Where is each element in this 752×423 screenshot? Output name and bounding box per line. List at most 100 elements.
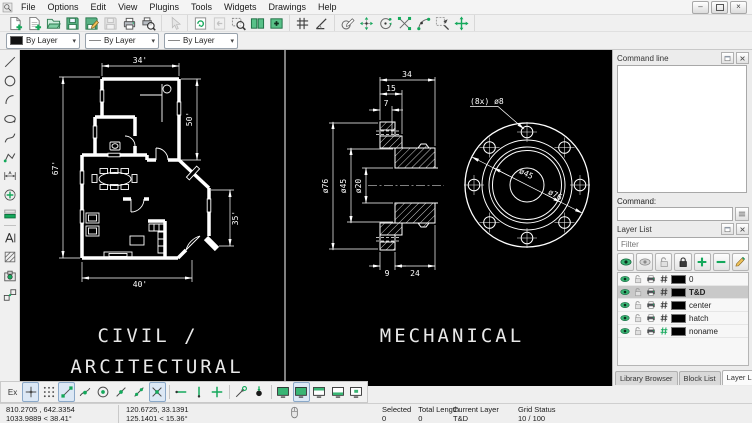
lock-all-layers-button[interactable] xyxy=(674,253,691,271)
command-history[interactable] xyxy=(617,65,747,193)
layer-construction-icon[interactable] xyxy=(657,274,670,284)
restrict-horizontal-button[interactable] xyxy=(173,382,190,402)
pen-edit-button[interactable] xyxy=(338,15,357,31)
zoom-select-button[interactable] xyxy=(433,15,452,31)
tab-block-list[interactable]: Block List xyxy=(679,371,721,385)
print-preview-button[interactable] xyxy=(139,15,158,31)
status-solid-button[interactable] xyxy=(275,382,292,402)
previous-view-button[interactable] xyxy=(210,15,229,31)
layer-visible-icon[interactable] xyxy=(618,313,631,323)
restrict-vertical-button[interactable] xyxy=(191,382,208,402)
snap-endpoint-button[interactable] xyxy=(58,382,75,402)
layer-lock-icon[interactable] xyxy=(631,313,644,323)
new-document-button[interactable] xyxy=(6,15,25,31)
point-tool-button[interactable] xyxy=(1,185,19,204)
layer-color-swatch[interactable] xyxy=(670,301,687,310)
print-button[interactable] xyxy=(120,15,139,31)
command-options-button[interactable] xyxy=(735,207,749,221)
hatch-tool-button[interactable] xyxy=(1,247,19,266)
status-bottom-button[interactable] xyxy=(329,382,346,402)
menu-file[interactable]: File xyxy=(15,1,42,13)
open-file-button[interactable] xyxy=(44,15,63,31)
layer-construction-icon[interactable] xyxy=(657,313,670,323)
drawing-canvas[interactable]: 34' 50' 67' 35' 40' CIVIL / ARCITECTURAL xyxy=(20,50,612,386)
command-input[interactable] xyxy=(617,207,733,221)
status-top-button[interactable] xyxy=(311,382,328,402)
snap-on-entity-button[interactable] xyxy=(76,382,93,402)
layer-lock-icon[interactable] xyxy=(631,287,644,297)
show-all-layers-button[interactable] xyxy=(617,253,634,271)
restrict-nothing-button[interactable] xyxy=(209,382,226,402)
restore-button[interactable] xyxy=(711,1,728,14)
grid-toggle-button[interactable] xyxy=(293,15,312,31)
save-all-button[interactable] xyxy=(101,15,120,31)
layer-row[interactable]: noname xyxy=(618,325,748,338)
layer-lock-icon[interactable] xyxy=(631,274,644,284)
menu-options[interactable]: Options xyxy=(42,1,85,13)
dock-float-button[interactable] xyxy=(721,223,734,235)
pen-color-select[interactable]: By Layer ▾ xyxy=(6,33,80,49)
layer-visible-icon[interactable] xyxy=(618,274,631,284)
set-relative-zero-button[interactable] xyxy=(233,382,250,402)
status-active-button[interactable] xyxy=(293,382,310,402)
menu-edit[interactable]: Edit xyxy=(85,1,113,13)
layer-lock-icon[interactable] xyxy=(631,300,644,310)
layer-print-icon[interactable] xyxy=(644,326,657,336)
zoom-window-button[interactable] xyxy=(229,15,248,31)
selection-pointer-button[interactable] xyxy=(165,15,184,31)
redraw-view-button[interactable] xyxy=(191,15,210,31)
snap-free-button[interactable] xyxy=(22,382,39,402)
menu-tools[interactable]: Tools xyxy=(185,1,218,13)
layer-row[interactable]: T&D xyxy=(618,286,748,299)
snap-center-button[interactable] xyxy=(94,382,111,402)
polyline-tool-button[interactable] xyxy=(1,147,19,166)
layer-row[interactable]: 0 xyxy=(618,273,748,286)
snap-grid-button[interactable] xyxy=(40,382,57,402)
split-window-button[interactable] xyxy=(248,15,267,31)
status-dot-button[interactable] xyxy=(347,382,364,402)
unlock-all-layers-button[interactable] xyxy=(655,253,672,271)
ellipse-tool-button[interactable] xyxy=(1,109,19,128)
order-tool-button[interactable] xyxy=(1,204,19,223)
hide-all-layers-button[interactable] xyxy=(636,253,653,271)
layer-lock-icon[interactable] xyxy=(631,326,644,336)
tab-library-browser[interactable]: Library Browser xyxy=(615,371,678,385)
exclusive-snap-button[interactable]: Ex xyxy=(4,382,21,402)
menu-drawings[interactable]: Drawings xyxy=(262,1,312,13)
new-window-button[interactable] xyxy=(267,15,286,31)
layer-print-icon[interactable] xyxy=(644,300,657,310)
layer-color-swatch[interactable] xyxy=(670,327,687,336)
layer-construction-icon[interactable] xyxy=(657,287,670,297)
arc-handles-button[interactable] xyxy=(414,15,433,31)
layer-filter-input[interactable] xyxy=(617,237,749,251)
minimize-button[interactable]: – xyxy=(692,1,709,14)
save-as-button[interactable] xyxy=(82,15,101,31)
menu-widgets[interactable]: Widgets xyxy=(218,1,263,13)
menu-plugins[interactable]: Plugins xyxy=(143,1,185,13)
close-button[interactable]: × xyxy=(730,1,747,14)
menu-view[interactable]: View xyxy=(112,1,143,13)
text-tool-button[interactable] xyxy=(1,228,19,247)
dock-float-button[interactable] xyxy=(721,52,734,64)
layer-construction-icon[interactable] xyxy=(657,326,670,336)
layer-color-swatch[interactable] xyxy=(670,314,687,323)
pen-linetype-select[interactable]: By Layer ▾ xyxy=(164,33,238,49)
lock-relative-zero-button[interactable] xyxy=(251,382,268,402)
layer-row[interactable]: center xyxy=(618,299,748,312)
tab-layer-list[interactable]: Layer List xyxy=(722,370,752,385)
modify-layer-button[interactable] xyxy=(732,253,749,271)
remove-layer-button[interactable] xyxy=(713,253,730,271)
dock-close-button[interactable] xyxy=(736,223,749,235)
pan-view-button[interactable] xyxy=(452,15,471,31)
block-tool-button[interactable] xyxy=(1,285,19,304)
save-file-button[interactable] xyxy=(63,15,82,31)
menu-help[interactable]: Help xyxy=(312,1,343,13)
dock-close-button[interactable] xyxy=(736,52,749,64)
layer-row[interactable]: hatch xyxy=(618,312,748,325)
snap-distance-button[interactable] xyxy=(131,382,148,402)
image-tool-button[interactable] xyxy=(1,266,19,285)
rotate-entities-button[interactable] xyxy=(376,15,395,31)
dimension-tool-button[interactable] xyxy=(1,166,19,185)
draft-mode-button[interactable] xyxy=(312,15,331,31)
layer-print-icon[interactable] xyxy=(644,287,657,297)
